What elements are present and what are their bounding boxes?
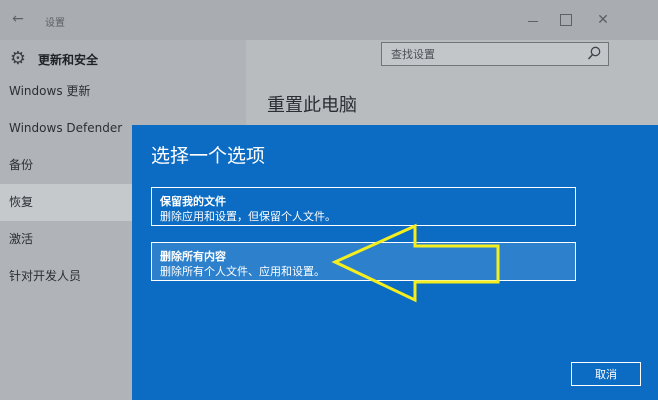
minimize-icon[interactable] — [524, 14, 542, 28]
gear-icon: ⚙ — [9, 48, 27, 69]
close-icon[interactable]: ✕ — [594, 11, 612, 29]
option-title: 保留我的文件 — [160, 195, 226, 208]
sidebar-header: ⚙ 更新和安全 — [8, 45, 98, 73]
dialog-title: 选择一个选项 — [151, 145, 266, 167]
option-description: 删除所有个人文件、应用和设置。 — [160, 265, 325, 278]
reset-options-dialog: 选择一个选项 保留我的文件 删除应用和设置，但保留个人文件。 删除所有内容 删除… — [132, 125, 658, 400]
page-title: 重置此电脑 — [267, 95, 357, 116]
option-title: 删除所有内容 — [160, 250, 226, 263]
cancel-button[interactable]: 取消 — [571, 362, 641, 386]
search-icon[interactable] — [586, 45, 602, 63]
search-box[interactable] — [381, 42, 609, 66]
search-input[interactable] — [382, 43, 582, 65]
sidebar-header-label: 更新和安全 — [38, 52, 99, 67]
title-bar: ← 设置 ✕ — [0, 0, 658, 40]
back-arrow-icon[interactable]: ← — [8, 9, 28, 29]
sidebar-item-windows-update[interactable]: Windows 更新 — [0, 73, 246, 110]
maximize-icon[interactable] — [560, 14, 572, 26]
option-keep-files[interactable]: 保留我的文件 删除应用和设置，但保留个人文件。 — [151, 187, 576, 226]
window-title: 设置 — [45, 18, 65, 29]
option-description: 删除应用和设置，但保留个人文件。 — [160, 210, 336, 223]
option-remove-everything[interactable]: 删除所有内容 删除所有个人文件、应用和设置。 — [151, 242, 576, 281]
